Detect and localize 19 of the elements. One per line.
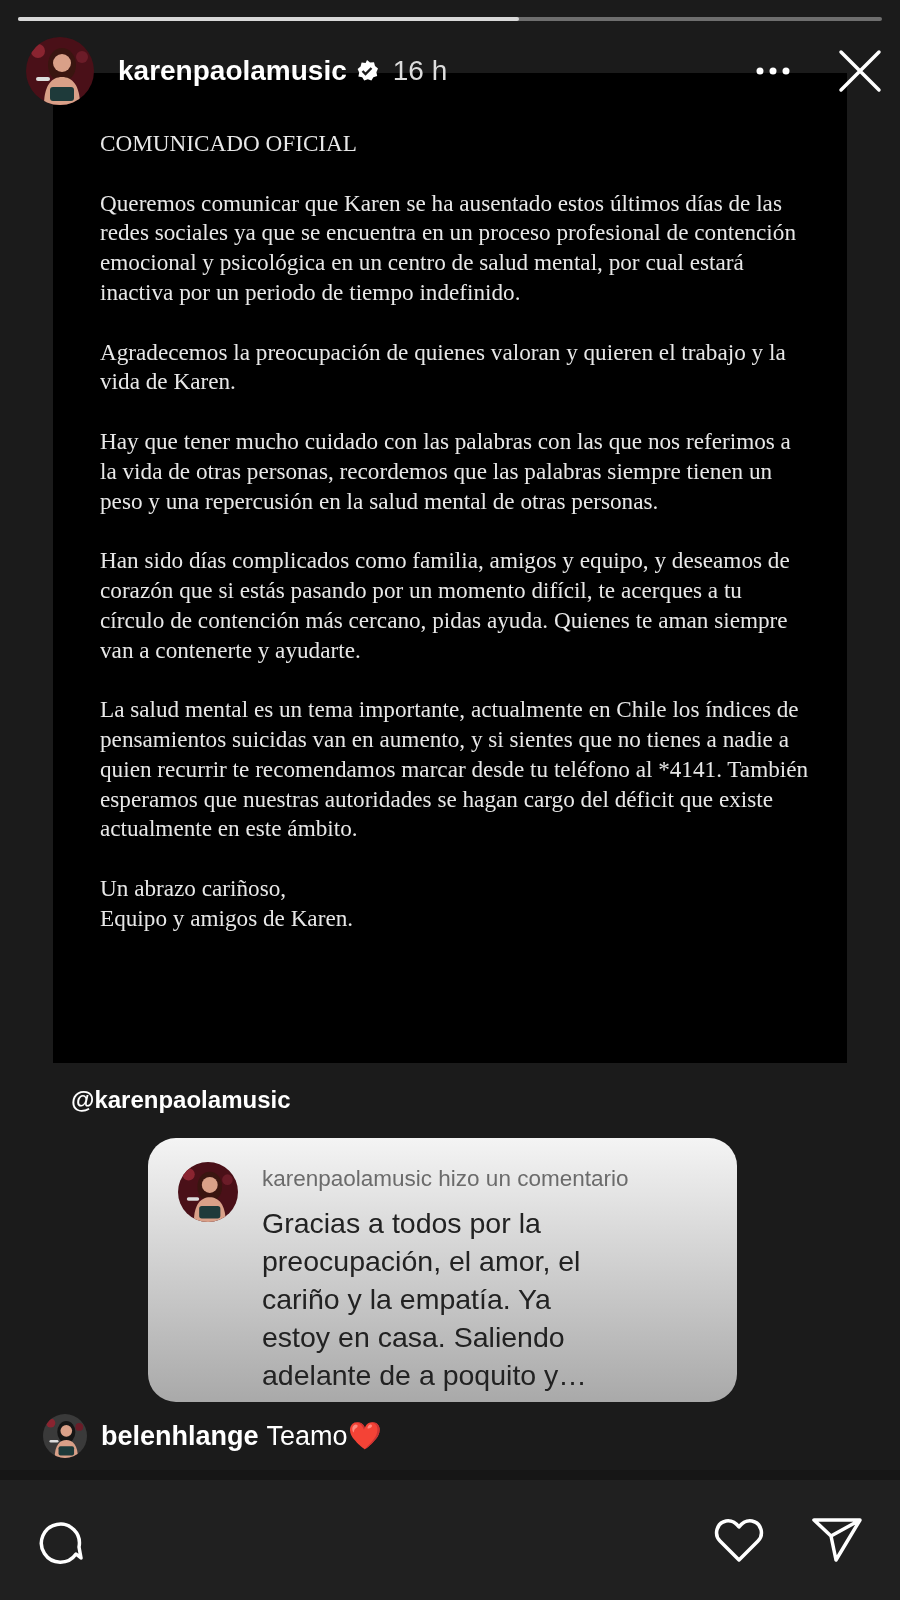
post-paragraph: La salud mental es un tema importante, actualmente en Chile los índices de pensamientos suicidas van en aumento, y si sientes que no tienes a nadie a quien recurrir te recomendamos marcar desde tu teléfono al *4141. También esperamos que nuestras autoridades se hagan cargo del déficit que existe actualmente en este ámbito.	[100, 695, 810, 844]
send-icon[interactable]	[812, 1517, 862, 1563]
post-paragraph: Hay que tener mucho cuidado con las palabras con las que nos referimos a la vida de otras personas, recordemos que las palabras siempre tienen un peso y una repercusión en la salud mental de otras personas.	[100, 426, 792, 516]
post-paragraph: Agradecemos la preocupación de quienes valoran y quieren el trabajo y la vida de Karen.	[100, 337, 787, 397]
comment-text: Gracias a todos por la preocupación, el amor, el cariño y la empatía. Ya estoy en casa. Saliendo adelante de a poquito y…	[262, 1205, 588, 1393]
viewer-username: belenhlange	[101, 1419, 259, 1453]
post-paragraph: Queremos comunicar que Karen se ha ausentado estos últimos días de las redes sociales ya que se encuentra en un proceso profesional de contención emocional y psicológica en un centro de salud mental, por cual estará inactiva por un periodo de tiempo indefinido.	[100, 188, 797, 307]
comment-author: karenpaolamusic hizo un comentario	[262, 1165, 629, 1193]
post-time: 16 h	[392, 54, 448, 88]
post-paragraph: Un abrazo cariñoso, Equipo y amigos de Karen.	[100, 873, 355, 933]
viewer-comment: Teamo❤	[266, 1419, 382, 1453]
username[interactable]: karenpaolamusic	[118, 50, 347, 92]
post-paragraph: Han sido días complicados como familia, amigos y equipo, y deseamos de corazón que si estás pasando por un momento difícil, te acerques a tu círculo de contención más cercano, pidas ayuda. Quienes te aman siempre van a contenerte y ayudarte.	[100, 546, 791, 665]
heart-icon[interactable]	[714, 1517, 764, 1563]
mention-tag[interactable]: @karenpaolamusic	[71, 1082, 291, 1118]
comment-card[interactable]: karenpaolamusic hizo un comentario Gracias a todos por la preocupación, el amor, el cariño y la empatía. Ya estoy en casa. Saliendo adelante de a poquito y…	[148, 1138, 737, 1402]
close-icon[interactable]	[838, 49, 882, 93]
post-title: COMUNICADO OFICIAL	[100, 129, 358, 158]
more-icon[interactable]	[756, 67, 790, 75]
